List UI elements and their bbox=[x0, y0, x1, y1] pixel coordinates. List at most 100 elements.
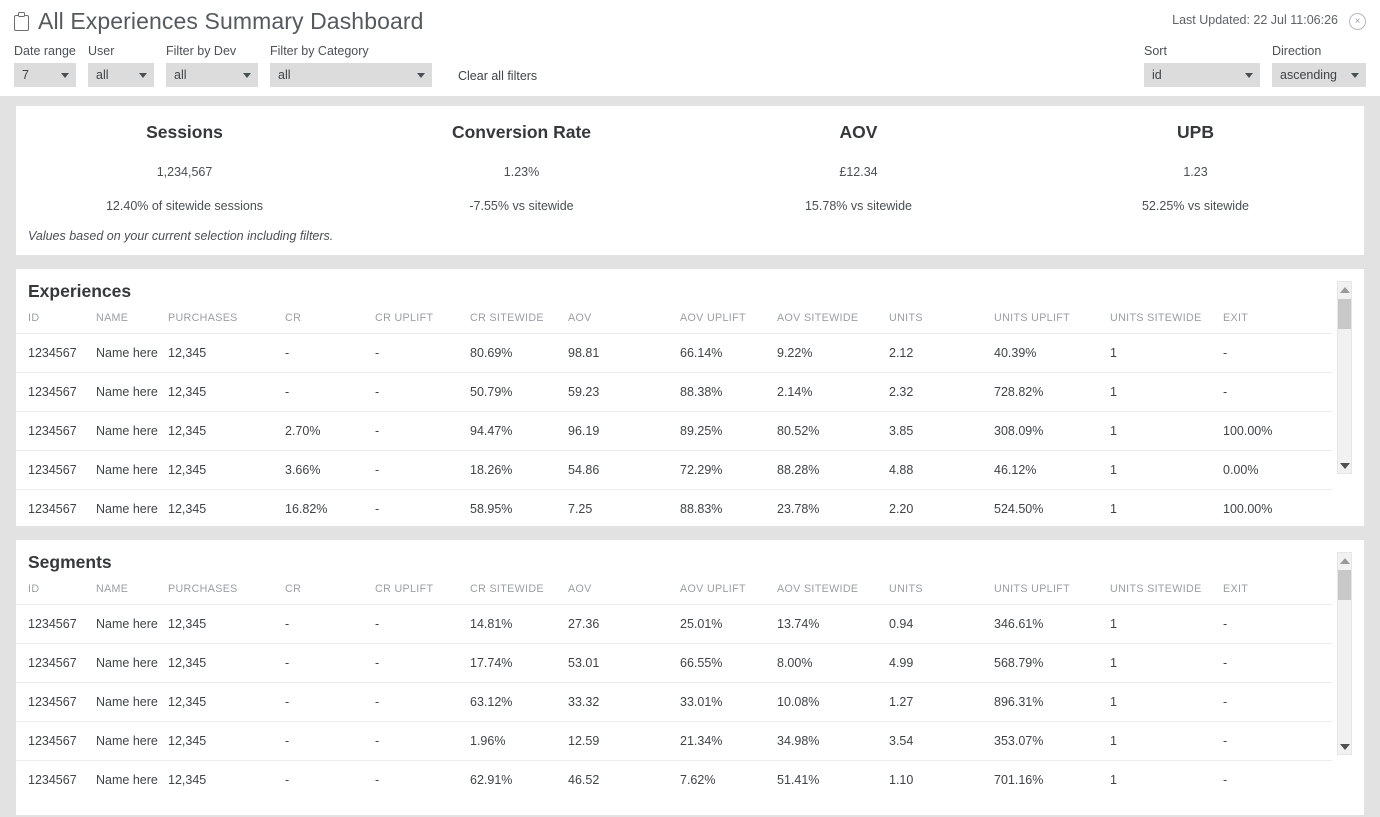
cell-cr-sitewide: 17.74% bbox=[470, 643, 568, 683]
cell-units-sitewide: 1 bbox=[1110, 643, 1223, 683]
direction-select[interactable]: ascending bbox=[1272, 63, 1366, 87]
column-header-cr-sitewide[interactable]: CR SITEWIDE bbox=[470, 312, 568, 333]
cell-cr-uplift: - bbox=[375, 643, 470, 683]
scroll-up-arrow-icon[interactable] bbox=[1338, 282, 1351, 297]
table-row[interactable]: 1234567 Name here 12,345- -17.74% 53.01 66.55… bbox=[16, 643, 1332, 683]
cell-aov: 12.59 bbox=[568, 721, 680, 761]
cell-purchases: 12,345 bbox=[168, 411, 285, 451]
column-header-name[interactable]: NAME bbox=[96, 583, 168, 604]
column-header-purchases[interactable]: PURCHASES bbox=[168, 583, 285, 604]
column-header-units-sitewide[interactable]: UNITS SITEWIDE bbox=[1110, 583, 1223, 604]
dev-select[interactable]: all bbox=[166, 63, 258, 87]
experiences-table-body: 1234567 Name here 12,345- -80.69% 98.81 66.14… bbox=[16, 333, 1332, 526]
cell-units: 1.27 bbox=[889, 682, 994, 722]
column-header-units[interactable]: UNITS bbox=[889, 583, 994, 604]
table-row[interactable]: 1234567 Name here 12,345 3.66% -18.26% 54.86 7… bbox=[16, 450, 1332, 490]
column-header-aov-uplift[interactable]: AOV UPLIFT bbox=[680, 312, 777, 333]
cell-aov: 54.86 bbox=[568, 450, 680, 490]
cell-aov-uplift: 88.83% bbox=[680, 489, 777, 526]
scrollbar-thumb[interactable] bbox=[1338, 570, 1351, 600]
column-header-units-uplift[interactable]: UNITS UPLIFT bbox=[994, 312, 1110, 333]
column-header-cr-uplift[interactable]: CR UPLIFT bbox=[375, 312, 470, 333]
table-row[interactable]: 1234567 Name here 12,345- -62.91% 46.52 7.62%… bbox=[16, 760, 1332, 799]
column-header-id[interactable]: ID bbox=[16, 583, 96, 604]
cell-cr: - bbox=[285, 721, 375, 761]
segments-table-head: ID NAME PURCHASES CR CR UPLIFT CR SITEWIDE AOV… bbox=[16, 583, 1332, 604]
category-select[interactable]: all bbox=[270, 63, 432, 87]
cell-units: 2.20 bbox=[889, 489, 994, 526]
cell-cr-uplift: - bbox=[375, 721, 470, 761]
column-header-exit[interactable]: EXIT bbox=[1223, 583, 1332, 604]
table-row[interactable]: 1234567 Name here 12,345- -63.12% 33.32 33.01… bbox=[16, 682, 1332, 722]
close-icon[interactable]: × bbox=[1349, 13, 1366, 30]
experiences-scrollbar[interactable] bbox=[1337, 281, 1352, 474]
column-header-purchases[interactable]: PURCHASES bbox=[168, 312, 285, 333]
cell-aov-sitewide: 88.28% bbox=[777, 450, 889, 490]
date-range-value: 7 bbox=[22, 68, 29, 82]
scroll-down-arrow-icon[interactable] bbox=[1338, 739, 1351, 754]
scroll-down-arrow-icon[interactable] bbox=[1338, 458, 1351, 473]
cell-purchases: 12,345 bbox=[168, 333, 285, 373]
segments-scrollbar[interactable] bbox=[1337, 552, 1352, 755]
table-row[interactable]: 1234567 Name here 12,345 16.82% -58.95% 7.25 8… bbox=[16, 489, 1332, 526]
cell-aov-sitewide: 2.14% bbox=[777, 372, 889, 412]
column-header-aov[interactable]: AOV bbox=[568, 583, 680, 604]
experiences-table: ID NAME PURCHASES CR CR UPLIFT CR SITEWIDE AOV… bbox=[16, 312, 1332, 333]
column-header-units-sitewide[interactable]: UNITS SITEWIDE bbox=[1110, 312, 1223, 333]
column-header-aov-uplift[interactable]: AOV UPLIFT bbox=[680, 583, 777, 604]
chevron-down-icon bbox=[139, 73, 147, 78]
cell-units-uplift: 40.39% bbox=[994, 333, 1110, 373]
cell-name: Name here bbox=[96, 682, 168, 722]
column-header-cr-sitewide[interactable]: CR SITEWIDE bbox=[470, 583, 568, 604]
kpi-value: £12.34 bbox=[839, 165, 878, 179]
date-range-select[interactable]: 7 bbox=[14, 63, 76, 87]
experiences-table-head: ID NAME PURCHASES CR CR UPLIFT CR SITEWIDE AOV… bbox=[16, 312, 1332, 333]
filter-user-label: User bbox=[88, 44, 115, 58]
cell-cr-sitewide: 18.26% bbox=[470, 450, 568, 490]
cell-cr-uplift: - bbox=[375, 333, 470, 373]
user-select[interactable]: all bbox=[88, 63, 154, 87]
column-header-aov[interactable]: AOV bbox=[568, 312, 680, 333]
segments-scroll-region[interactable]: 1234567 Name here 12,345- -14.81% 27.36 25.01… bbox=[16, 604, 1332, 815]
cell-id: 1234567 bbox=[16, 682, 96, 722]
cell-aov-uplift: 88.38% bbox=[680, 372, 777, 412]
table-row[interactable]: 1234567 Name here 12,345 2.70% -94.47% 96.19 8… bbox=[16, 411, 1332, 451]
column-header-name[interactable]: NAME bbox=[96, 312, 168, 333]
column-header-cr[interactable]: CR bbox=[285, 583, 375, 604]
cell-cr: - bbox=[285, 760, 375, 799]
cell-cr: 2.70% bbox=[285, 411, 375, 451]
table-row[interactable]: 1234567 Name here 12,345- -1.96% 12.59 21.34%… bbox=[16, 721, 1332, 761]
column-header-units[interactable]: UNITS bbox=[889, 312, 994, 333]
cell-name: Name here bbox=[96, 450, 168, 490]
cell-purchases: 12,345 bbox=[168, 760, 285, 799]
cell-exit: - bbox=[1223, 333, 1332, 373]
table-row[interactable]: 1234567 Name here 12,345- -14.81% 27.36 25.01… bbox=[16, 604, 1332, 644]
cell-aov: 46.52 bbox=[568, 760, 680, 799]
scroll-up-arrow-icon[interactable] bbox=[1338, 553, 1351, 568]
scrollbar-thumb[interactable] bbox=[1338, 299, 1351, 329]
chevron-down-icon bbox=[417, 73, 425, 78]
cell-purchases: 12,345 bbox=[168, 721, 285, 761]
cell-units-uplift: 701.16% bbox=[994, 760, 1110, 799]
column-header-aov-sitewide[interactable]: AOV SITEWIDE bbox=[777, 312, 889, 333]
experiences-scroll-region[interactable]: 1234567 Name here 12,345- -80.69% 98.81 66.14… bbox=[16, 333, 1332, 526]
column-header-id[interactable]: ID bbox=[16, 312, 96, 333]
cell-units-sitewide: 1 bbox=[1110, 721, 1223, 761]
column-header-aov-sitewide[interactable]: AOV SITEWIDE bbox=[777, 583, 889, 604]
segments-table-body-table: 1234567 Name here 12,345- -14.81% 27.36 25.01… bbox=[16, 604, 1332, 799]
kpi-value: 1,234,567 bbox=[156, 165, 213, 179]
kpi-upb: UPB 1.23 52.25% vs sitewide bbox=[1027, 122, 1364, 213]
column-header-units-uplift[interactable]: UNITS UPLIFT bbox=[994, 583, 1110, 604]
clear-all-filters-button[interactable]: Clear all filters bbox=[458, 69, 537, 83]
sort-select[interactable]: id bbox=[1144, 63, 1260, 87]
segments-table: ID NAME PURCHASES CR CR UPLIFT CR SITEWIDE AOV… bbox=[16, 583, 1332, 604]
table-row[interactable]: 1234567 Name here 12,345- -80.69% 98.81 66.14… bbox=[16, 333, 1332, 373]
title-row: All Experiences Summary Dashboard bbox=[14, 8, 424, 35]
column-header-cr-uplift[interactable]: CR UPLIFT bbox=[375, 583, 470, 604]
table-row[interactable]: 1234567 Name here 12,345- -50.79% 59.23 88.38… bbox=[16, 372, 1332, 412]
segments-title: Segments bbox=[28, 552, 112, 572]
column-header-exit[interactable]: EXIT bbox=[1223, 312, 1332, 333]
page-header: All Experiences Summary Dashboard Last U… bbox=[0, 0, 1380, 96]
sort-value: id bbox=[1152, 68, 1162, 82]
column-header-cr[interactable]: CR bbox=[285, 312, 375, 333]
